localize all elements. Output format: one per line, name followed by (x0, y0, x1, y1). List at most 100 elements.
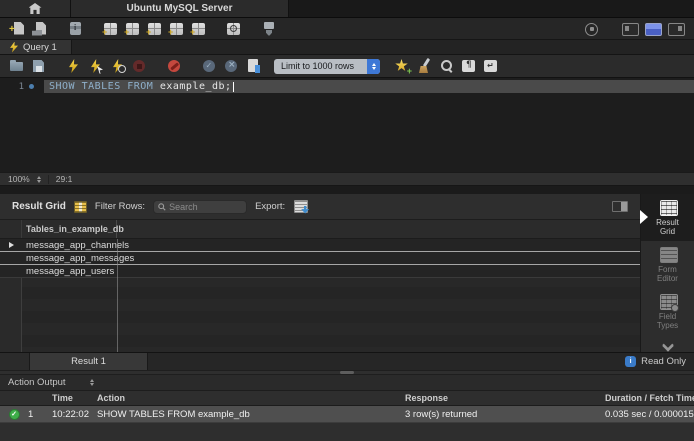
response-cell[interactable]: 3 row(s) returned (405, 409, 605, 420)
tab-query-1[interactable]: Query 1 (0, 40, 72, 54)
create-procedure-icon[interactable] (168, 21, 185, 37)
sidebar-item-form-editor[interactable]: Form Editor (641, 241, 694, 288)
connection-status-icon[interactable] (583, 21, 600, 37)
main-toolbar-left-group (10, 21, 277, 37)
explain-query-icon[interactable] (109, 58, 126, 74)
toggle-left-sidebar-icon[interactable] (622, 23, 638, 35)
sidebar-item-label: Field Types (651, 312, 685, 330)
sidebar-more-chevron[interactable] (641, 341, 694, 350)
line-number: 1 (0, 82, 24, 92)
toggle-invisible-characters-icon[interactable] (460, 58, 477, 74)
toolbar-separator (54, 28, 62, 29)
result-view-sidebar: Result GridForm Editor Field Types (640, 194, 694, 352)
home-icon (29, 3, 42, 14)
action-output-header: Action Output (0, 375, 694, 391)
grid-row[interactable]: message_app_users (0, 265, 640, 278)
result-tab-corner (0, 353, 30, 370)
create-table-icon[interactable] (124, 21, 141, 37)
filter-search-box[interactable] (153, 200, 247, 214)
toolbar-separator (247, 28, 255, 29)
open-script-icon[interactable] (8, 58, 25, 74)
open-sql-file-icon[interactable] (32, 21, 49, 37)
form-editor-panel-icon (658, 247, 678, 263)
save-snippet-icon[interactable] (394, 58, 411, 74)
search-input[interactable] (169, 202, 242, 212)
info-icon[interactable]: i (625, 356, 636, 367)
filter-rows-label: Filter Rows: (95, 201, 145, 212)
query-toolbar: Limit to 1000 rows (0, 55, 694, 78)
grid-body[interactable]: message_app_channelsmessage_app_messages… (0, 239, 640, 352)
new-sql-tab-icon[interactable] (10, 21, 27, 37)
action-cell[interactable]: SHOW TABLES FROM example_db (97, 409, 405, 420)
query-tab-bar: Query 1 (0, 40, 694, 55)
sql-identifier: example_db; (153, 81, 231, 92)
current-row-arrow-icon (9, 242, 14, 248)
sql-keyword: SHOW TABLES FROM (49, 81, 153, 92)
grid-view-icon[interactable] (74, 201, 87, 213)
query-toolbar-right-group (394, 58, 499, 74)
limit-rows-value: Limit to 1000 rows (281, 61, 367, 71)
grid-cell[interactable]: message_app_channels (22, 240, 129, 251)
response-column-header[interactable]: Response (405, 393, 605, 403)
create-schema-icon[interactable] (102, 21, 119, 37)
toggle-stop-on-error-icon[interactable] (166, 58, 183, 74)
action-column-header[interactable]: Action (97, 393, 405, 403)
query-toolbar-left-group (8, 58, 262, 74)
editor-status-bar: 100% 29:1 (0, 172, 694, 186)
output-selector-stepper-icon[interactable] (90, 379, 94, 386)
grid-cell[interactable]: message_app_users (22, 266, 114, 277)
grid-row[interactable]: message_app_messages (0, 252, 640, 265)
find-in-script-icon[interactable] (438, 58, 455, 74)
result-grid-panel: Result Grid Filter Rows: Export: Tables_… (0, 194, 640, 352)
toggle-right-sidebar-icon[interactable] (668, 23, 684, 35)
rollback-transaction-icon[interactable] (223, 58, 240, 74)
toggle-output-area-icon[interactable] (645, 23, 661, 35)
execute-current-statement-icon[interactable] (87, 58, 104, 74)
reconnect-dbms-icon[interactable] (260, 21, 277, 37)
create-view-icon[interactable] (146, 21, 163, 37)
editor-line-1[interactable]: 1 SHOW TABLES FROM example_db; (0, 80, 694, 93)
home-tab[interactable] (0, 0, 71, 17)
success-check-icon: ✓ (9, 409, 20, 420)
grid-column-separator[interactable] (117, 239, 118, 352)
maximize-panel-icon[interactable] (612, 201, 628, 212)
document-tab-bar: Ubuntu MySQL Server (0, 0, 694, 18)
grid-row[interactable]: message_app_channels (0, 239, 640, 252)
stop-query-icon[interactable] (131, 58, 148, 74)
connection-tab[interactable]: Ubuntu MySQL Server (71, 0, 289, 17)
toolbar-separator (188, 66, 196, 67)
result-grid-panel-icon (658, 200, 678, 216)
time-column-header[interactable]: Time (52, 393, 97, 403)
current-line[interactable]: SHOW TABLES FROM example_db; (44, 80, 694, 93)
action-output-column-headers: Time Action Response Duration / Fetch Ti… (0, 391, 694, 406)
create-function-icon[interactable] (190, 21, 207, 37)
toggle-word-wrap-icon[interactable] (482, 58, 499, 74)
text-caret (233, 82, 234, 92)
save-script-icon[interactable] (30, 58, 47, 74)
time-cell[interactable]: 10:22:02 (52, 409, 97, 420)
search-table-data-icon[interactable] (225, 21, 242, 37)
status-cell: ✓ (0, 409, 28, 420)
tab-result-1[interactable]: Result 1 (30, 353, 148, 370)
grid-row-gutter-header (0, 220, 22, 238)
result-grid-toolbar: Result Grid Filter Rows: Export: (0, 194, 640, 220)
sidebar-item-field-types[interactable]: Field Types (641, 288, 694, 335)
connection-inspector-icon[interactable] (67, 21, 84, 37)
editor-gutter: 1 (0, 80, 44, 93)
zoom-stepper-icon[interactable] (37, 176, 41, 183)
action-output-rows: ✓ 110:22:02SHOW TABLES FROM example_db3 r… (0, 406, 694, 423)
row-index[interactable]: 1 (28, 409, 52, 420)
action-output-row[interactable]: ✓ 110:22:02SHOW TABLES FROM example_db3 r… (0, 406, 694, 423)
duration-column-header[interactable]: Duration / Fetch Time (605, 393, 694, 403)
sql-editor[interactable]: 1 SHOW TABLES FROM example_db; (0, 78, 694, 172)
duration-cell[interactable]: 0.035 sec / 0.000015... (605, 409, 694, 420)
execute-query-icon[interactable] (65, 58, 82, 74)
beautify-query-icon[interactable] (416, 58, 433, 74)
sidebar-item-result-grid[interactable]: Result Grid (641, 194, 694, 241)
limit-rows-dropdown[interactable]: Limit to 1000 rows (274, 59, 380, 74)
column-header-tables-in-example-db[interactable]: Tables_in_example_db (22, 220, 117, 238)
toggle-autocommit-icon[interactable] (245, 58, 262, 74)
export-recordset-icon[interactable] (293, 200, 309, 214)
commit-transaction-icon[interactable] (201, 58, 218, 74)
action-output-title: Action Output (8, 377, 66, 388)
